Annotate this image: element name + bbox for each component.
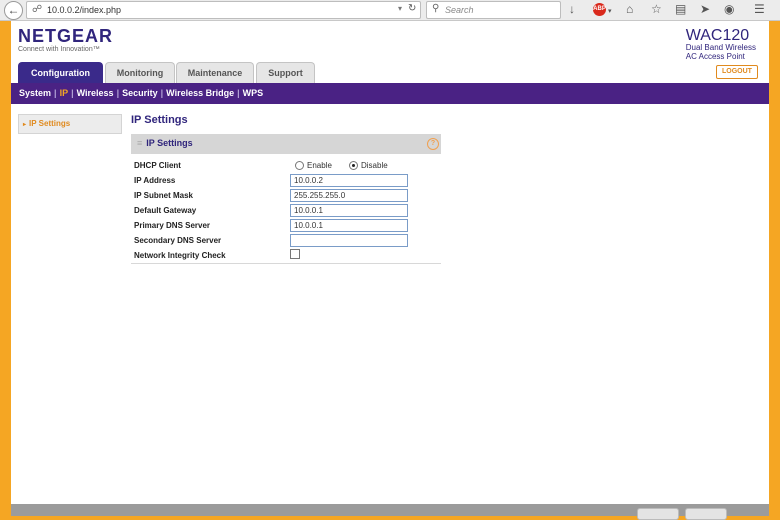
- logout-button[interactable]: LOGOUT: [716, 65, 758, 79]
- adblock-menu-chevron-icon[interactable]: ▾: [608, 5, 612, 19]
- secondary-dns-label: Secondary DNS Server: [134, 236, 222, 245]
- subnav-security[interactable]: Security: [122, 88, 158, 98]
- secondary-dns-input[interactable]: [290, 234, 408, 247]
- page-title: IP Settings: [131, 114, 188, 126]
- ip-address-label: IP Address: [134, 176, 176, 185]
- sidebar-item-ip-settings[interactable]: ▸ IP Settings: [18, 114, 122, 134]
- footer-button-2[interactable]: [685, 508, 727, 520]
- adblock-icon[interactable]: ABP: [593, 3, 606, 16]
- browser-search-input[interactable]: ⚲ Search: [426, 1, 561, 19]
- product-desc-line2: AC Access Point: [685, 52, 745, 61]
- section-header: ≡ IP Settings ?: [131, 134, 441, 154]
- browser-toolbar: ← ☍ 10.0.0.2/index.php ▾ ↻ ⚲ Search ↓ AB…: [0, 0, 780, 21]
- download-icon[interactable]: ↓: [569, 2, 575, 16]
- url-text: 10.0.0.2/index.php: [47, 5, 122, 15]
- tab-support[interactable]: Support: [256, 62, 315, 83]
- section-title: IP Settings: [146, 138, 193, 148]
- dropdown-arrow-icon[interactable]: ▾: [398, 4, 402, 13]
- chat-icon[interactable]: ◉: [724, 2, 734, 16]
- section-bullet-icon: ≡: [137, 138, 143, 148]
- url-bar[interactable]: ☍ 10.0.0.2/index.php ▾ ↻: [26, 1, 421, 19]
- tab-configuration[interactable]: Configuration: [18, 62, 103, 84]
- footer-button-1[interactable]: [637, 508, 679, 520]
- subnet-mask-label: IP Subnet Mask: [134, 191, 193, 200]
- primary-dns-input[interactable]: 10.0.0.1: [290, 219, 408, 232]
- subnav-wireless[interactable]: Wireless: [77, 88, 114, 98]
- sidebar-item-label: IP Settings: [29, 119, 71, 128]
- subnav-system[interactable]: System: [19, 88, 51, 98]
- sub-navigation: System | IP | Wireless | Security | Wireless Bri…: [11, 83, 769, 104]
- share-icon[interactable]: ➤: [700, 2, 710, 16]
- reading-list-icon[interactable]: ▤: [675, 2, 686, 16]
- dhcp-disable-radio[interactable]: [349, 161, 358, 170]
- dhcp-disable-label: Disable: [361, 161, 388, 170]
- back-arrow-icon[interactable]: ←: [4, 1, 23, 20]
- dhcp-client-label: DHCP Client: [134, 161, 181, 170]
- default-gateway-label: Default Gateway: [134, 206, 197, 215]
- subnet-mask-input[interactable]: 255.255.255.0: [290, 189, 408, 202]
- product-info: WAC120 Dual Band Wireless AC Access Poin…: [685, 27, 756, 62]
- router-admin-page: NETGEAR Connect with Innovation™ WAC120 …: [11, 21, 769, 520]
- menu-icon[interactable]: ☰: [754, 2, 765, 16]
- home-icon[interactable]: ⌂: [626, 2, 633, 16]
- subnav-wireless-bridge[interactable]: Wireless Bridge: [166, 88, 234, 98]
- search-placeholder: Search: [445, 5, 474, 15]
- product-model: WAC120: [685, 27, 750, 44]
- tab-monitoring[interactable]: Monitoring: [105, 62, 175, 83]
- dhcp-enable-label: Enable: [307, 161, 332, 170]
- brand-wordmark: NETGEAR: [18, 26, 114, 46]
- subnav-ip[interactable]: IP: [60, 88, 69, 98]
- product-desc-line1: Dual Band Wireless: [685, 43, 756, 52]
- brand-tagline: Connect with Innovation™: [18, 46, 100, 53]
- default-gateway-input[interactable]: 10.0.0.1: [290, 204, 408, 217]
- tab-maintenance[interactable]: Maintenance: [176, 62, 254, 83]
- help-icon[interactable]: ?: [427, 138, 439, 150]
- network-integrity-label: Network Integrity Check: [134, 251, 226, 260]
- network-integrity-checkbox[interactable]: [290, 249, 300, 259]
- netgear-logo: NETGEAR Connect with Innovation™: [18, 26, 113, 53]
- subnav-wps[interactable]: WPS: [243, 88, 264, 98]
- search-icon: ⚲: [432, 3, 440, 14]
- primary-dns-label: Primary DNS Server: [134, 221, 211, 230]
- bookmark-star-icon[interactable]: ☆: [651, 2, 662, 16]
- ip-address-input[interactable]: 10.0.0.2: [290, 174, 408, 187]
- ip-settings-section: ≡ IP Settings ? DHCP Client Enable Disabl…: [131, 134, 441, 264]
- globe-icon: ☍: [32, 4, 43, 15]
- reload-icon[interactable]: ↻: [408, 3, 416, 14]
- arrow-right-icon: ▸: [23, 122, 27, 128]
- footer-bar: [11, 504, 769, 520]
- section-divider: [131, 263, 441, 264]
- dhcp-enable-radio[interactable]: [295, 161, 304, 170]
